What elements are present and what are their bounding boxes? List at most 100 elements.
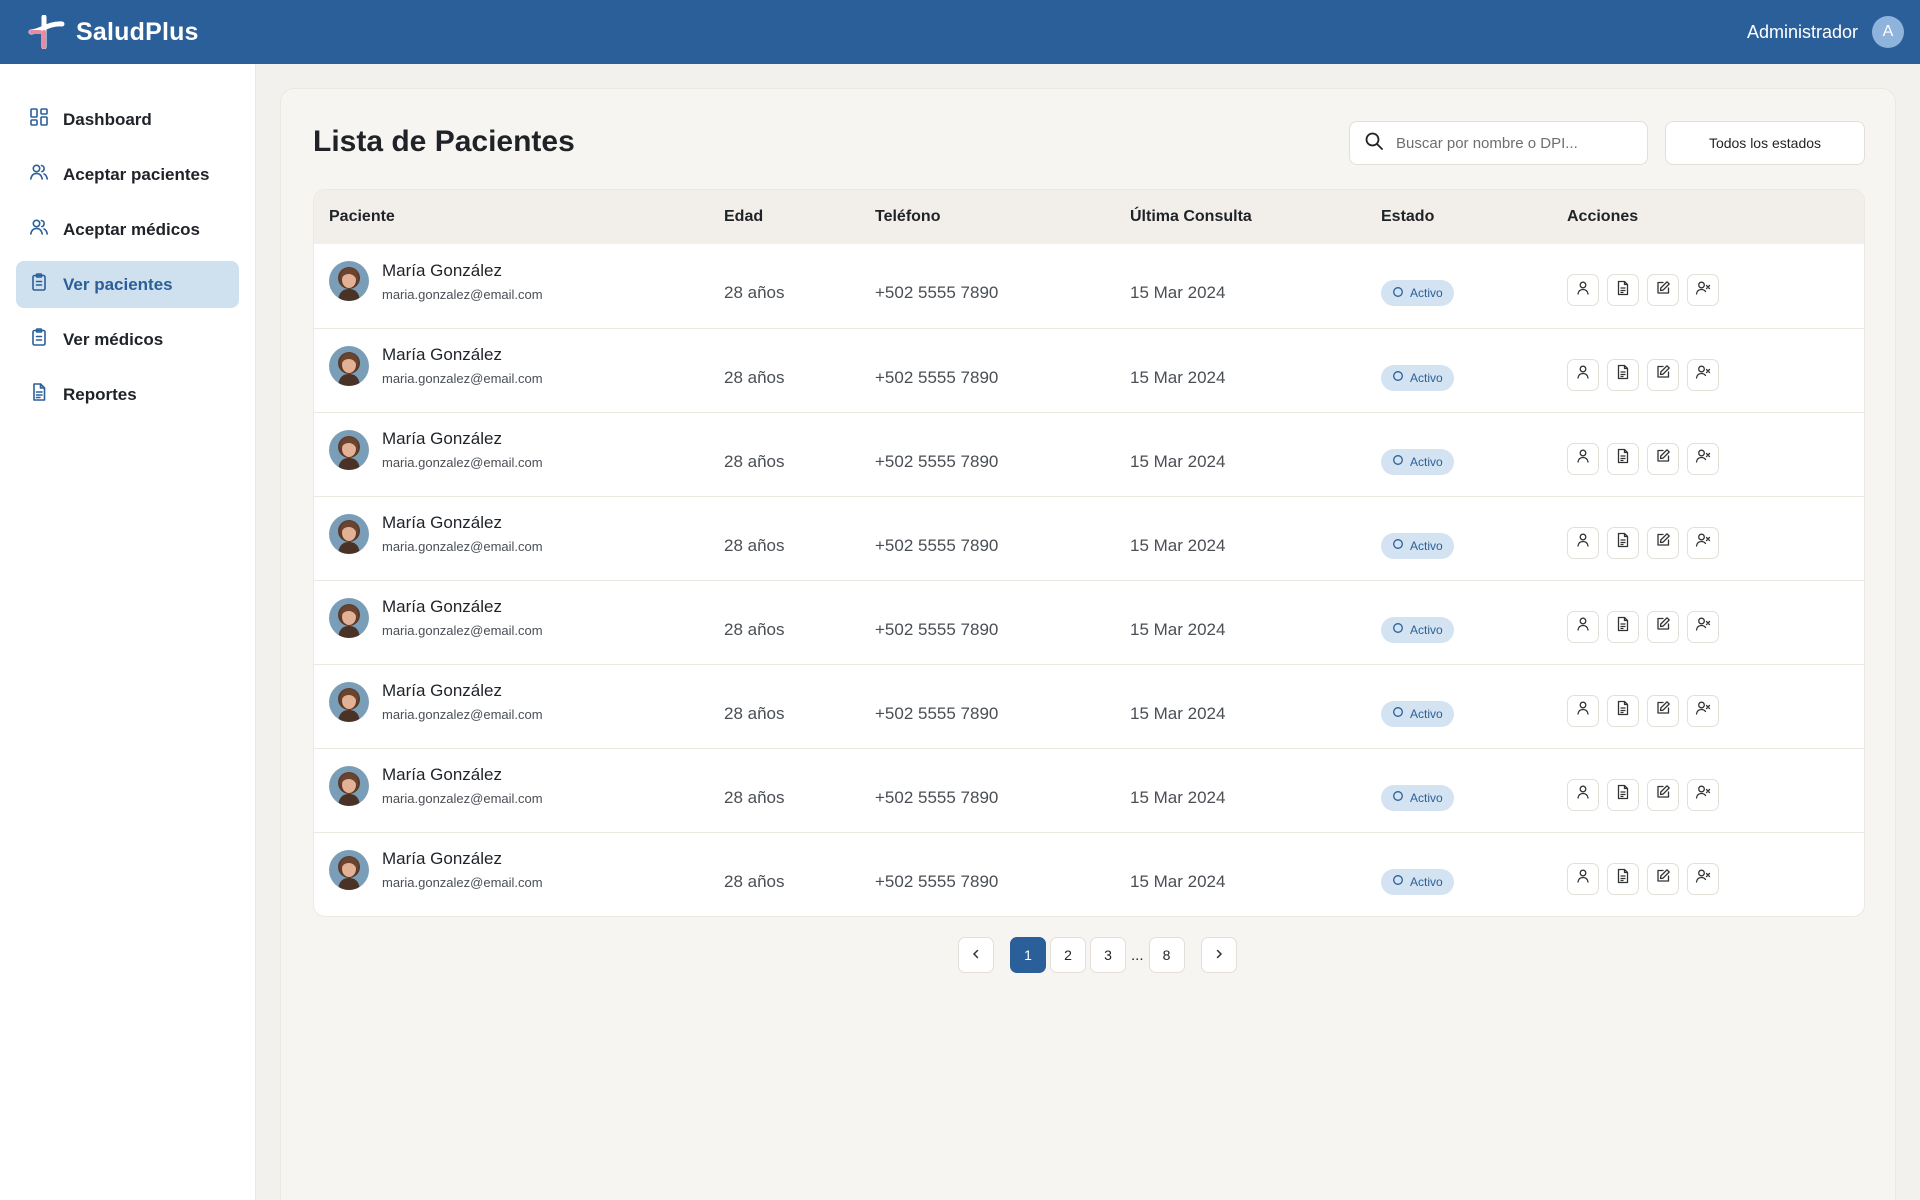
user-menu[interactable]: Administrador A <box>1747 16 1904 48</box>
deactivate-patient-button[interactable] <box>1687 442 1719 475</box>
patient-name: María González <box>382 681 502 700</box>
status-label: Activo <box>1410 790 1443 805</box>
user-profile-icon <box>1575 364 1591 385</box>
next-page-button[interactable] <box>1200 937 1237 973</box>
user-avatar[interactable]: A <box>1872 16 1904 48</box>
deactivate-patient-button[interactable] <box>1687 862 1719 895</box>
table-row[interactable]: María González maria.gonzalez@email.com 28… <box>314 664 1864 748</box>
view-record-button[interactable] <box>1607 694 1639 727</box>
prev-page-button[interactable] <box>958 937 994 973</box>
page-button-1[interactable]: 1 <box>1010 937 1046 973</box>
table-row[interactable]: María González maria.gonzalez@email.com 28… <box>314 244 1864 328</box>
status-badge: Activo <box>1381 448 1454 475</box>
view-record-button[interactable] <box>1607 778 1639 811</box>
status-filter-select[interactable]: Todos los estados <box>1665 121 1865 165</box>
edit-patient-button[interactable] <box>1647 274 1679 306</box>
status-circle-icon <box>1392 370 1404 385</box>
sidebar-item-reportes[interactable]: Reportes <box>16 371 239 418</box>
col-header-age[interactable]: Edad <box>724 208 875 226</box>
table-row[interactable]: María González maria.gonzalez@email.com 28… <box>314 412 1864 496</box>
view-record-button[interactable] <box>1607 442 1639 475</box>
sidebar-item-aceptar-medicos[interactable]: Aceptar médicos <box>16 206 239 253</box>
document-icon <box>29 382 49 407</box>
sidebar-item-dashboard[interactable]: Dashboard <box>16 96 239 143</box>
page-button-last[interactable]: 8 <box>1148 937 1185 973</box>
edit-patient-button[interactable] <box>1647 778 1679 811</box>
table-row[interactable]: María González maria.gonzalez@email.com 28… <box>314 328 1864 412</box>
main-panel: Lista de Pacientes Todos los estados Pac… <box>280 88 1896 1200</box>
view-profile-button[interactable] <box>1567 358 1599 391</box>
deactivate-patient-button[interactable] <box>1687 778 1719 811</box>
row-actions <box>1567 358 1767 391</box>
edit-patient-button[interactable] <box>1647 442 1679 475</box>
col-header-phone[interactable]: Teléfono <box>875 208 1130 226</box>
view-record-button[interactable] <box>1607 274 1639 306</box>
patient-avatar <box>329 261 369 301</box>
chevron-left-icon <box>970 947 982 963</box>
document-icon <box>1615 700 1631 721</box>
patient-last-visit: 15 Mar 2024 <box>1130 535 1226 555</box>
row-actions <box>1567 778 1767 811</box>
sidebar-item-label: Ver pacientes <box>63 274 173 294</box>
view-profile-button[interactable] <box>1567 274 1599 306</box>
view-record-button[interactable] <box>1607 862 1639 895</box>
deactivate-patient-button[interactable] <box>1687 274 1719 306</box>
patient-phone: +502 5555 7890 <box>875 619 999 639</box>
edit-patient-button[interactable] <box>1647 610 1679 643</box>
deactivate-patient-button[interactable] <box>1687 610 1719 643</box>
col-header-patient[interactable]: Paciente <box>314 208 724 226</box>
user-remove-icon <box>1695 868 1711 889</box>
patient-name: María González <box>382 597 502 616</box>
brand[interactable]: SaludPlus <box>28 14 199 50</box>
col-header-status[interactable]: Estado <box>1381 208 1567 226</box>
patient-phone: +502 5555 7890 <box>875 787 999 807</box>
page-button-2[interactable]: 2 <box>1050 937 1086 973</box>
sidebar-item-ver-medicos[interactable]: Ver médicos <box>16 316 239 363</box>
deactivate-patient-button[interactable] <box>1687 358 1719 391</box>
table-row[interactable]: María González maria.gonzalez@email.com 28… <box>314 832 1864 916</box>
deactivate-patient-button[interactable] <box>1687 526 1719 559</box>
status-circle-icon <box>1392 790 1404 805</box>
search-box[interactable] <box>1349 121 1648 165</box>
row-actions <box>1567 862 1767 895</box>
patient-phone: +502 5555 7890 <box>875 451 999 471</box>
user-remove-icon <box>1695 280 1711 301</box>
status-label: Activo <box>1410 538 1443 553</box>
user-remove-icon <box>1695 700 1711 721</box>
edit-patient-button[interactable] <box>1647 526 1679 559</box>
view-profile-button[interactable] <box>1567 610 1599 643</box>
col-header-last-visit[interactable]: Última Consulta <box>1130 208 1381 226</box>
user-profile-icon <box>1575 532 1591 553</box>
sidebar-item-aceptar-pacientes[interactable]: Aceptar pacientes <box>16 151 239 198</box>
edit-patient-button[interactable] <box>1647 358 1679 391</box>
view-profile-button[interactable] <box>1567 526 1599 559</box>
patient-avatar <box>329 597 369 638</box>
sidebar-item-ver-pacientes[interactable]: Ver pacientes <box>16 261 239 308</box>
search-input[interactable] <box>1396 134 1626 152</box>
edit-patient-button[interactable] <box>1647 694 1679 727</box>
patient-avatar <box>329 345 369 386</box>
patient-age: 28 años <box>724 451 785 471</box>
table-row[interactable]: María González maria.gonzalez@email.com 28… <box>314 580 1864 664</box>
table-row[interactable]: María González maria.gonzalez@email.com 28… <box>314 496 1864 580</box>
status-label: Activo <box>1410 622 1443 637</box>
patient-phone: +502 5555 7890 <box>875 703 999 723</box>
patient-name: María González <box>382 429 502 448</box>
view-profile-button[interactable] <box>1567 442 1599 475</box>
view-record-button[interactable] <box>1607 358 1639 391</box>
view-record-button[interactable] <box>1607 526 1639 559</box>
view-profile-button[interactable] <box>1567 862 1599 895</box>
view-record-button[interactable] <box>1607 610 1639 643</box>
patient-cell: María González maria.gonzalez@email.com <box>329 429 724 470</box>
patient-age: 28 años <box>724 619 785 639</box>
patient-email: maria.gonzalez@email.com <box>382 623 543 638</box>
view-profile-button[interactable] <box>1567 778 1599 811</box>
table-row[interactable]: María González maria.gonzalez@email.com 28… <box>314 748 1864 832</box>
deactivate-patient-button[interactable] <box>1687 694 1719 727</box>
edit-patient-button[interactable] <box>1647 862 1679 895</box>
status-label: Activo <box>1410 874 1443 889</box>
row-actions <box>1567 442 1767 475</box>
edit-icon <box>1655 700 1671 721</box>
view-profile-button[interactable] <box>1567 694 1599 727</box>
page-button-3[interactable]: 3 <box>1090 937 1126 973</box>
